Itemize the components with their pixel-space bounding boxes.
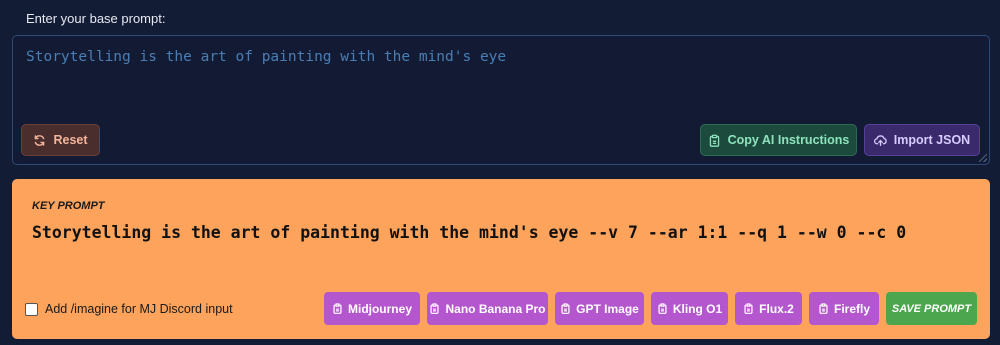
model-label: Flux.2: [759, 301, 794, 316]
reset-label: Reset: [53, 133, 88, 147]
model-label: Nano Banana Pro: [445, 301, 546, 316]
firefly-button[interactable]: Firefly: [809, 292, 879, 325]
clipboard-icon: [430, 303, 440, 314]
copy-ai-instructions-button[interactable]: Copy AI Instructions: [700, 124, 857, 156]
resize-handle[interactable]: [979, 154, 987, 162]
clipboard-icon: [658, 303, 667, 314]
clipboard-icon: [333, 303, 342, 314]
key-prompt-panel: KEY PROMPT Storytelling is the art of pa…: [12, 179, 990, 339]
cloud-upload-icon: [873, 134, 887, 146]
clipboard-icon: [561, 303, 570, 314]
discord-label: Add /imagine for MJ Discord input: [45, 302, 233, 316]
model-label: Midjourney: [347, 301, 412, 316]
copy-label: Copy AI Instructions: [727, 133, 850, 147]
clipboard-icon: [744, 303, 753, 314]
base-prompt-label: Enter your base prompt:: [26, 11, 166, 26]
clipboard-icon: [819, 303, 828, 314]
kling-o1-button[interactable]: Kling O1: [651, 292, 728, 325]
discord-option[interactable]: Add /imagine for MJ Discord input: [25, 302, 233, 316]
base-prompt-text[interactable]: Storytelling is the art of painting with…: [26, 49, 506, 65]
refresh-icon: [35, 134, 45, 146]
import-label: Import JSON: [893, 133, 971, 147]
import-json-button[interactable]: Import JSON: [864, 124, 980, 156]
model-label: GPT Image: [576, 301, 639, 316]
nano-banana-pro-button[interactable]: Nano Banana Pro: [427, 292, 548, 325]
reset-button[interactable]: Reset: [21, 124, 100, 156]
discord-checkbox[interactable]: [25, 302, 38, 316]
flux-2-button[interactable]: Flux.2: [735, 292, 802, 325]
midjourney-button[interactable]: Midjourney: [324, 292, 420, 325]
model-label: Firefly: [833, 301, 870, 316]
save-prompt-button[interactable]: SAVE PROMPT: [886, 292, 977, 325]
clipboard-icon: [709, 134, 719, 147]
key-prompt-heading: KEY PROMPT: [32, 200, 105, 212]
model-label: Kling O1: [672, 301, 723, 316]
key-prompt-text: Storytelling is the art of painting with…: [32, 223, 907, 242]
gpt-image-button[interactable]: GPT Image: [555, 292, 644, 325]
